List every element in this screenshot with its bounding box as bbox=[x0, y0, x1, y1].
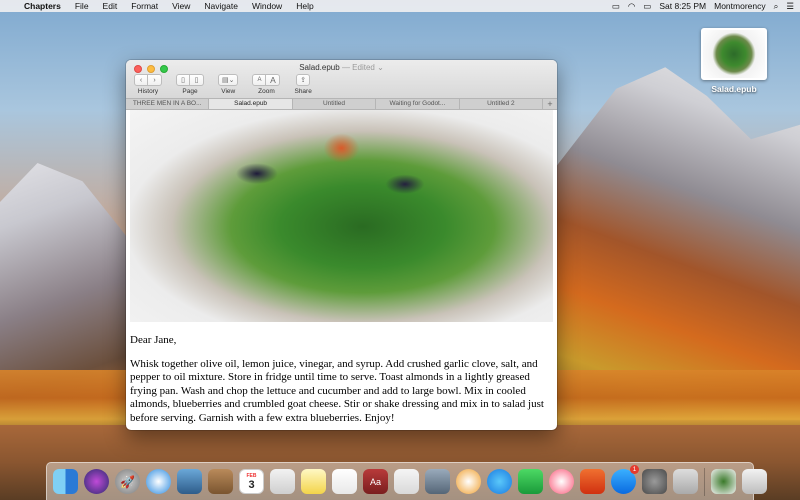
menubar-clock[interactable]: Sat 8:25 PM bbox=[659, 1, 706, 11]
plus-icon: + bbox=[547, 99, 553, 109]
tab-salad-epub[interactable]: Salad.epub bbox=[209, 99, 293, 109]
facetime-icon[interactable] bbox=[518, 469, 543, 494]
dictionary-glyph: Aa bbox=[369, 476, 381, 487]
menubar-user[interactable]: Montmorency bbox=[714, 1, 766, 11]
window-title: Salad.epub — Edited ⌄ bbox=[126, 63, 557, 72]
page-next-button[interactable]: ▯ bbox=[190, 74, 204, 86]
desktop-file-label: Salad.epub bbox=[711, 84, 757, 94]
letter-greeting: Dear Jane, bbox=[130, 334, 177, 346]
document-content[interactable]: Dear Jane, Whisk together olive oil, lem… bbox=[126, 110, 557, 430]
app-store-badge: 1 bbox=[630, 465, 639, 474]
zoom-out-button[interactable]: A bbox=[252, 74, 267, 86]
menu-bar: Chapters File Edit Format View Navigate … bbox=[0, 0, 800, 12]
chevron-left-icon: ‹ bbox=[139, 76, 143, 84]
view-icon: ▤⌄ bbox=[222, 77, 235, 84]
photo-app-icon[interactable] bbox=[177, 469, 202, 494]
view-tool: ▤⌄ View bbox=[218, 74, 239, 95]
trash-icon[interactable] bbox=[742, 469, 767, 494]
desktop-file-thumbnail[interactable] bbox=[701, 28, 767, 80]
letter-body: Whisk together olive oil, lemon juice, v… bbox=[130, 357, 544, 424]
battery-icon[interactable]: ▭ bbox=[643, 1, 651, 12]
notification-center-icon[interactable]: ☰ bbox=[786, 1, 794, 12]
page-label: Page bbox=[182, 88, 198, 95]
preview-icon[interactable] bbox=[425, 469, 450, 494]
salad-file-stack-icon[interactable] bbox=[711, 469, 736, 494]
tab-bar: THREE MEN IN A BO... Salad.epub Untitled… bbox=[126, 98, 557, 110]
history-tool: ‹ › History bbox=[134, 74, 162, 95]
share-icon: ⇪ bbox=[300, 77, 307, 84]
launchpad-icon[interactable]: 🚀 bbox=[115, 469, 140, 494]
menu-navigate[interactable]: Navigate bbox=[197, 1, 245, 11]
tab-untitled-2[interactable]: Untitled 2 bbox=[460, 99, 544, 109]
chapters-app-icon[interactable] bbox=[673, 469, 698, 494]
books-icon[interactable] bbox=[580, 469, 605, 494]
textedit-icon[interactable] bbox=[394, 469, 419, 494]
contacts-icon[interactable] bbox=[208, 469, 233, 494]
letter-text[interactable]: Dear Jane, Whisk together olive oil, lem… bbox=[130, 334, 555, 425]
wifi-icon[interactable]: ◠ bbox=[628, 1, 635, 12]
calendar-icon[interactable]: FEB 3 bbox=[239, 469, 264, 494]
zoom-label: Zoom bbox=[258, 88, 275, 95]
view-menu-button[interactable]: ▤⌄ bbox=[218, 74, 239, 86]
share-tool: ⇪ Share bbox=[294, 74, 312, 95]
dictionary-icon[interactable]: Aa bbox=[363, 469, 388, 494]
search-icon[interactable]: ⌕ bbox=[774, 1, 779, 12]
window-titlebar[interactable]: Salad.epub — Edited ⌄ ‹ › History ▯ ▯ Pa… bbox=[126, 60, 557, 98]
dock: 🚀 FEB 3 Aa 1 bbox=[46, 462, 767, 500]
photos-icon[interactable] bbox=[456, 469, 481, 494]
finder-icon[interactable] bbox=[53, 469, 78, 494]
dock-separator bbox=[704, 467, 705, 496]
zoom-in-button[interactable]: A bbox=[266, 74, 281, 86]
page-previous-button[interactable]: ▯ bbox=[176, 74, 190, 86]
zoom-tool: A A Zoom bbox=[252, 74, 281, 95]
new-tab-button[interactable]: + bbox=[543, 99, 557, 109]
system-preferences-icon[interactable] bbox=[642, 469, 667, 494]
edited-indicator[interactable]: — Edited ⌄ bbox=[342, 63, 384, 72]
forward-button[interactable]: › bbox=[148, 74, 162, 86]
airplay-icon[interactable]: ▭ bbox=[612, 1, 620, 12]
music-icon[interactable] bbox=[549, 469, 574, 494]
tab-untitled[interactable]: Untitled bbox=[293, 99, 377, 109]
calendar-day: 3 bbox=[248, 478, 255, 491]
app-store-icon[interactable]: 1 bbox=[611, 465, 639, 494]
reminders-icon[interactable] bbox=[332, 469, 357, 494]
window-title-text: Salad.epub bbox=[299, 63, 340, 72]
share-button[interactable]: ⇪ bbox=[296, 74, 311, 86]
page-icon: ▯ bbox=[181, 77, 185, 84]
siri-icon[interactable] bbox=[84, 469, 109, 494]
menu-format[interactable]: Format bbox=[124, 1, 165, 11]
history-label: History bbox=[137, 88, 159, 95]
desktop-wallpaper-right bbox=[555, 67, 800, 420]
maps-icon[interactable] bbox=[270, 469, 295, 494]
menu-file[interactable]: File bbox=[68, 1, 96, 11]
view-label: View bbox=[221, 88, 236, 95]
menu-app-name[interactable]: Chapters bbox=[22, 1, 68, 11]
menu-view[interactable]: View bbox=[165, 1, 197, 11]
back-button[interactable]: ‹ bbox=[134, 74, 148, 86]
tab-waiting-for-godot[interactable]: Waiting for Godot... bbox=[376, 99, 460, 109]
page-tool: ▯ ▯ Page bbox=[176, 74, 204, 95]
menu-help[interactable]: Help bbox=[289, 1, 320, 11]
page-icon: ▯ bbox=[194, 77, 199, 84]
toolbar: ‹ › History ▯ ▯ Page ▤⌄ View A A Zoom ⇪ … bbox=[134, 74, 312, 95]
chevron-right-icon: › bbox=[153, 76, 156, 84]
tab-three-men-in-a-boat[interactable]: THREE MEN IN A BO... bbox=[126, 99, 210, 109]
desktop-file[interactable]: Salad.epub bbox=[700, 28, 768, 94]
share-label: Share bbox=[294, 88, 312, 95]
document-window: Salad.epub — Edited ⌄ ‹ › History ▯ ▯ Pa… bbox=[126, 60, 557, 430]
notes-icon[interactable] bbox=[301, 469, 326, 494]
messages-icon[interactable] bbox=[487, 469, 512, 494]
safari-icon[interactable] bbox=[146, 469, 171, 494]
menu-window[interactable]: Window bbox=[245, 1, 289, 11]
salad-photo bbox=[130, 110, 553, 322]
menu-edit[interactable]: Edit bbox=[96, 1, 125, 11]
